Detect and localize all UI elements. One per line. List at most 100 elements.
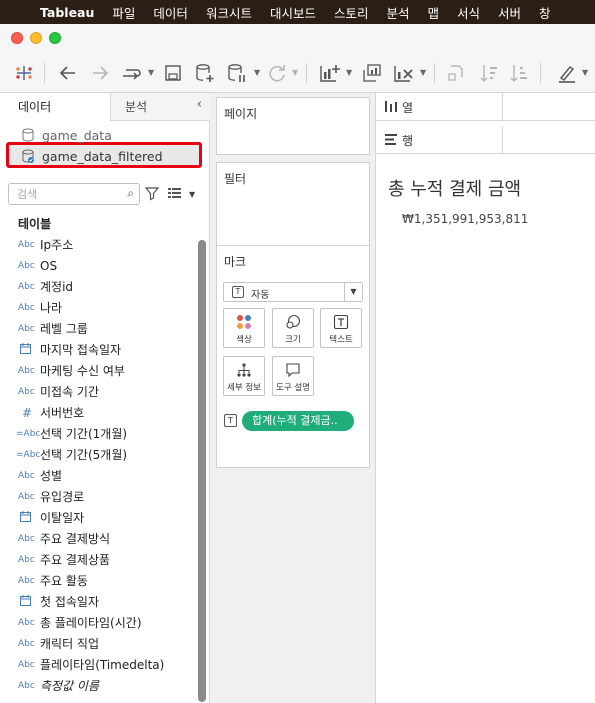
sort-ascending-icon[interactable] — [478, 62, 500, 84]
calculated-string-icon: =Abc — [16, 449, 41, 460]
field-item[interactable]: Abc 계정id — [0, 276, 196, 297]
redo-data-icon[interactable] — [120, 62, 144, 84]
field-item[interactable]: 이탈일자 — [0, 507, 196, 528]
filter-icon[interactable] — [144, 185, 160, 201]
field-item[interactable]: # 서버번호 — [0, 402, 196, 423]
string-type-icon: Abc — [18, 302, 35, 313]
collapse-pane-icon[interactable]: ‹ — [197, 97, 202, 112]
back-arrow-icon[interactable] — [58, 62, 80, 84]
chevron-down-icon[interactable]: ▼ — [420, 68, 426, 77]
columns-shelf[interactable]: 열 — [376, 93, 595, 121]
minimize-window-button[interactable] — [30, 32, 42, 44]
field-item[interactable]: Abc 플레이타임(Timedelta) — [0, 654, 196, 675]
chevron-down-icon[interactable]: ▼ — [148, 68, 154, 77]
field-item[interactable]: Abc 총 플레이타임(시간) — [0, 612, 196, 633]
sort-descending-icon[interactable] — [508, 62, 530, 84]
menu-map[interactable]: 맵 — [419, 3, 449, 22]
string-type-icon: Abc — [18, 491, 35, 502]
field-item[interactable]: Abc 캐릭터 직업 — [0, 633, 196, 654]
field-item[interactable]: Abc 유입경로 — [0, 486, 196, 507]
refresh-icon[interactable] — [266, 62, 288, 84]
field-item[interactable]: 마지막 접속일자 — [0, 339, 196, 360]
string-type-icon: Abc — [18, 365, 35, 376]
clear-sheet-icon[interactable] — [392, 62, 416, 84]
new-worksheet-icon[interactable] — [318, 62, 342, 84]
tooltip-icon — [286, 363, 300, 378]
datasource-game-data[interactable]: game_data — [22, 125, 112, 145]
chevron-down-icon[interactable]: ▼ — [254, 68, 260, 77]
marks-text-button[interactable]: 텍스트 — [320, 308, 362, 348]
search-input[interactable] — [17, 185, 117, 203]
text-mark-icon: T — [224, 414, 237, 427]
new-datasource-icon[interactable] — [194, 62, 216, 84]
chevron-down-icon[interactable]: ▼ — [346, 68, 352, 77]
field-item[interactable]: =Abc 선택 기간(5개월) — [0, 444, 196, 465]
field-item[interactable]: Abc 주요 결제상품 — [0, 549, 196, 570]
duplicate-sheet-icon[interactable] — [360, 62, 384, 84]
total-value-text[interactable]: ₩1,351,991,953,811 — [402, 212, 528, 226]
highlight-pen-icon[interactable] — [556, 62, 578, 84]
list-view-icon[interactable] — [167, 187, 183, 199]
filters-shelf-title: 필터 — [224, 172, 247, 186]
field-item[interactable]: Abc OS — [0, 255, 196, 276]
rows-shelf[interactable]: 행 — [376, 126, 595, 154]
menu-file[interactable]: 파일 — [103, 3, 144, 22]
menu-window[interactable]: 창 — [530, 3, 560, 22]
field-item[interactable]: Abc 성별 — [0, 465, 196, 486]
field-item[interactable]: Abc 나라 — [0, 297, 196, 318]
menu-app-name[interactable]: Tableau — [36, 5, 103, 20]
field-name: 선택 기간(1개월) — [40, 427, 128, 441]
string-type-icon: Abc — [18, 386, 35, 397]
field-item[interactable]: 첫 접속일자 — [0, 591, 196, 612]
string-type-icon: Abc — [18, 554, 35, 565]
string-type-icon: Abc — [18, 281, 35, 292]
tab-analysis[interactable]: 분석 — [111, 93, 210, 120]
field-item[interactable]: =Abc 선택 기간(1개월) — [0, 423, 196, 444]
measure-pill[interactable]: 합계(누적 결제금.. — [242, 411, 354, 431]
zoom-window-button[interactable] — [49, 32, 61, 44]
field-name: 주요 결제방식 — [40, 532, 111, 546]
chevron-down-icon[interactable]: ▼ — [344, 283, 362, 301]
field-name: Ip주소 — [40, 238, 74, 252]
menu-worksheet[interactable]: 워크시트 — [197, 3, 261, 22]
field-item[interactable]: Abc 레벨 그룹 — [0, 318, 196, 339]
field-item[interactable]: Abc 주요 결제방식 — [0, 528, 196, 549]
chevron-down-icon[interactable]: ▼ — [189, 190, 195, 199]
marks-color-button[interactable]: 색상 — [223, 308, 265, 348]
marks-detail-button[interactable]: 세부 정보 — [223, 356, 265, 396]
field-name: 유입경로 — [40, 490, 85, 504]
tab-data[interactable]: 데이터 — [0, 93, 111, 121]
tableau-logo-icon[interactable] — [14, 62, 34, 84]
menu-dashboard[interactable]: 대시보드 — [261, 3, 325, 22]
close-window-button[interactable] — [11, 32, 23, 44]
search-icon[interactable]: ⌕ — [127, 186, 134, 201]
save-icon[interactable] — [164, 62, 184, 84]
mark-type-select[interactable]: T 자동 ▼ — [223, 282, 363, 302]
chevron-down-icon[interactable]: ▼ — [292, 68, 298, 77]
swap-rows-columns-icon[interactable] — [446, 62, 468, 84]
datasource-name: game_data — [42, 127, 112, 143]
datasource-game-data-filtered[interactable]: game_data_filtered — [22, 146, 163, 166]
menu-story[interactable]: 스토리 — [325, 3, 378, 22]
field-search[interactable]: ⌕ — [8, 183, 140, 205]
field-item[interactable]: Abc 마케팅 수신 여부 — [0, 360, 196, 381]
forward-arrow-icon[interactable] — [90, 62, 112, 84]
pages-shelf-title: 페이지 — [224, 107, 258, 121]
calendar-icon — [0, 510, 40, 525]
field-item[interactable]: Abc 측정값 이름 — [0, 675, 196, 696]
field-item[interactable]: Abc 주요 활동 — [0, 570, 196, 591]
menu-format[interactable]: 서식 — [448, 3, 489, 22]
chevron-down-icon[interactable]: ▼ — [582, 68, 588, 77]
marks-tooltip-button[interactable]: 도구 설명 — [272, 356, 314, 396]
field-item[interactable]: Abc 미접속 기간 — [0, 381, 196, 402]
pause-datasource-icon[interactable] — [226, 62, 248, 84]
scrollbar-thumb[interactable] — [198, 240, 206, 702]
database-active-icon — [22, 149, 34, 163]
field-list-scrollbar[interactable] — [198, 234, 207, 703]
field-item[interactable]: Abc Ip주소 — [0, 234, 196, 255]
menu-data[interactable]: 데이터 — [144, 3, 197, 22]
pages-shelf[interactable]: 페이지 — [216, 97, 370, 155]
marks-size-button[interactable]: 크기 — [272, 308, 314, 348]
menu-analysis[interactable]: 분석 — [377, 3, 418, 22]
menu-server[interactable]: 서버 — [489, 3, 530, 22]
